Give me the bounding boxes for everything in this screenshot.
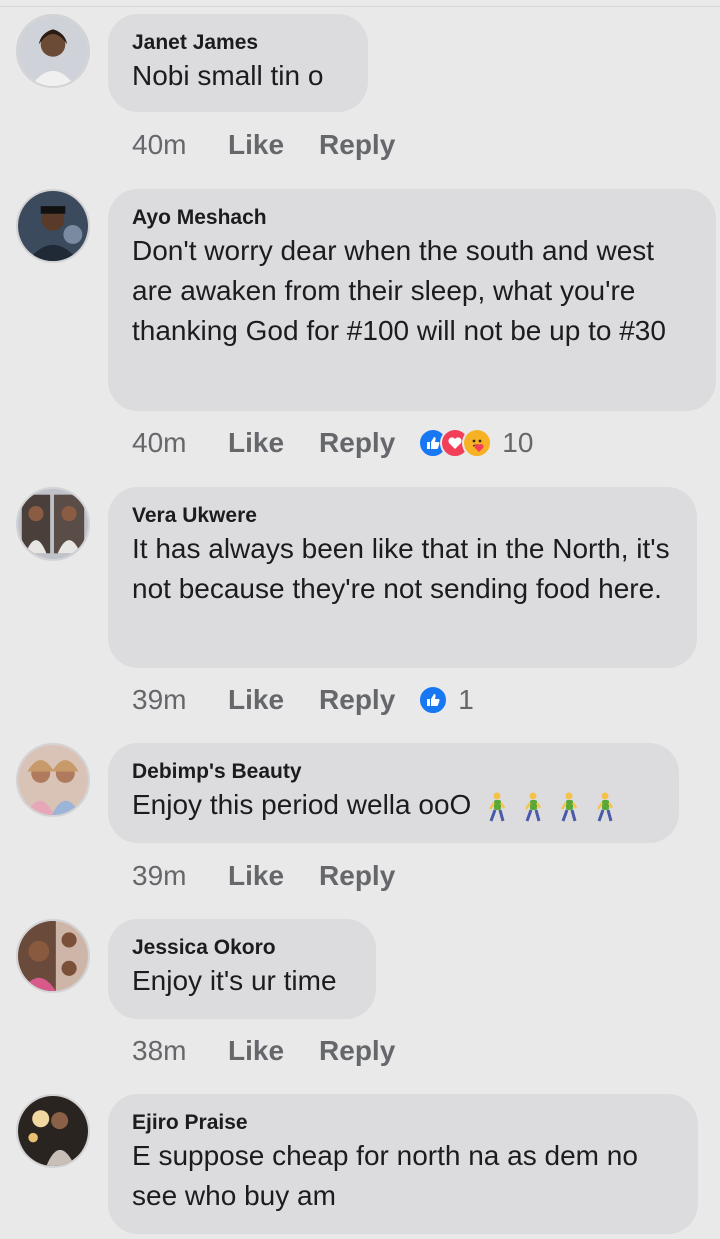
- reply-button[interactable]: Reply: [319, 129, 395, 161]
- comment-bubble: Vera Ukwere It has always been like that…: [108, 487, 697, 668]
- reply-button[interactable]: Reply: [319, 1035, 395, 1067]
- reaction-summary[interactable]: 10: [418, 427, 533, 459]
- care-icon: [462, 428, 493, 458]
- like-button[interactable]: Like: [228, 427, 284, 459]
- comment-time[interactable]: 40m: [132, 427, 228, 459]
- like-button[interactable]: Like: [228, 1035, 284, 1067]
- like-button[interactable]: Like: [228, 684, 284, 716]
- comment-text: Enjoy it's ur time: [132, 965, 337, 996]
- comment-actions: 40m Like Reply 10: [132, 426, 533, 460]
- avatar[interactable]: [16, 14, 90, 88]
- comment-time[interactable]: 40m: [132, 129, 228, 161]
- comment-author[interactable]: Vera Ukwere: [132, 503, 673, 529]
- comment-text: E suppose cheap for north na as dem no s…: [132, 1140, 638, 1211]
- comment-text: Enjoy this period wella ooO: [132, 785, 655, 825]
- comment-author[interactable]: Janet James: [132, 30, 344, 56]
- like-button[interactable]: Like: [228, 860, 284, 892]
- comment-author[interactable]: Debimp's Beauty: [132, 759, 655, 785]
- reaction-count: 1: [458, 684, 474, 715]
- comment-text-content: Enjoy this period wella ooO: [132, 789, 472, 820]
- comment-bubble: Ayo Meshach Don't worry dear when the so…: [108, 189, 716, 411]
- comment-time[interactable]: 39m: [132, 860, 228, 892]
- comment-actions: 39m Like Reply: [132, 859, 430, 893]
- comment-actions: 40m Like Reply: [132, 128, 430, 162]
- comment-bubble: Ejiro Praise E suppose cheap for north n…: [108, 1094, 698, 1234]
- reply-button[interactable]: Reply: [319, 684, 395, 716]
- comment-author[interactable]: Jessica Okoro: [132, 935, 352, 961]
- reply-button[interactable]: Reply: [319, 860, 395, 892]
- avatar[interactable]: [16, 919, 90, 993]
- walking-person-emoji: [561, 792, 578, 822]
- walking-person-emoji: [597, 792, 614, 822]
- comment-text: Nobi small tin o: [132, 60, 324, 91]
- walking-person-emoji: [525, 792, 542, 822]
- comment-actions: 38m Like Reply: [132, 1034, 430, 1068]
- reaction-summary[interactable]: 1: [418, 684, 474, 716]
- comment-time[interactable]: 38m: [132, 1035, 228, 1067]
- comment-text: It has always been like that in the Nort…: [132, 533, 670, 604]
- comment-time[interactable]: 39m: [132, 684, 228, 716]
- avatar[interactable]: [16, 743, 90, 817]
- walking-person-emoji: [489, 792, 506, 822]
- comment-bubble: Debimp's Beauty Enjoy this period wella …: [108, 743, 679, 843]
- comment-bubble: Jessica Okoro Enjoy it's ur time: [108, 919, 376, 1019]
- reply-button[interactable]: Reply: [319, 427, 395, 459]
- reaction-count: 10: [502, 427, 534, 458]
- comment-bubble: Janet James Nobi small tin o: [108, 14, 368, 112]
- like-icon: [418, 685, 449, 715]
- comment-text: Don't worry dear when the south and west…: [132, 235, 666, 346]
- like-button[interactable]: Like: [228, 129, 284, 161]
- comment-author[interactable]: Ejiro Praise: [132, 1110, 674, 1136]
- comment-actions: 39m Like Reply 1: [132, 683, 474, 717]
- avatar[interactable]: [16, 189, 90, 263]
- avatar[interactable]: [16, 1094, 90, 1168]
- comment-author[interactable]: Ayo Meshach: [132, 205, 692, 231]
- avatar[interactable]: [16, 487, 90, 561]
- top-divider: [0, 6, 720, 7]
